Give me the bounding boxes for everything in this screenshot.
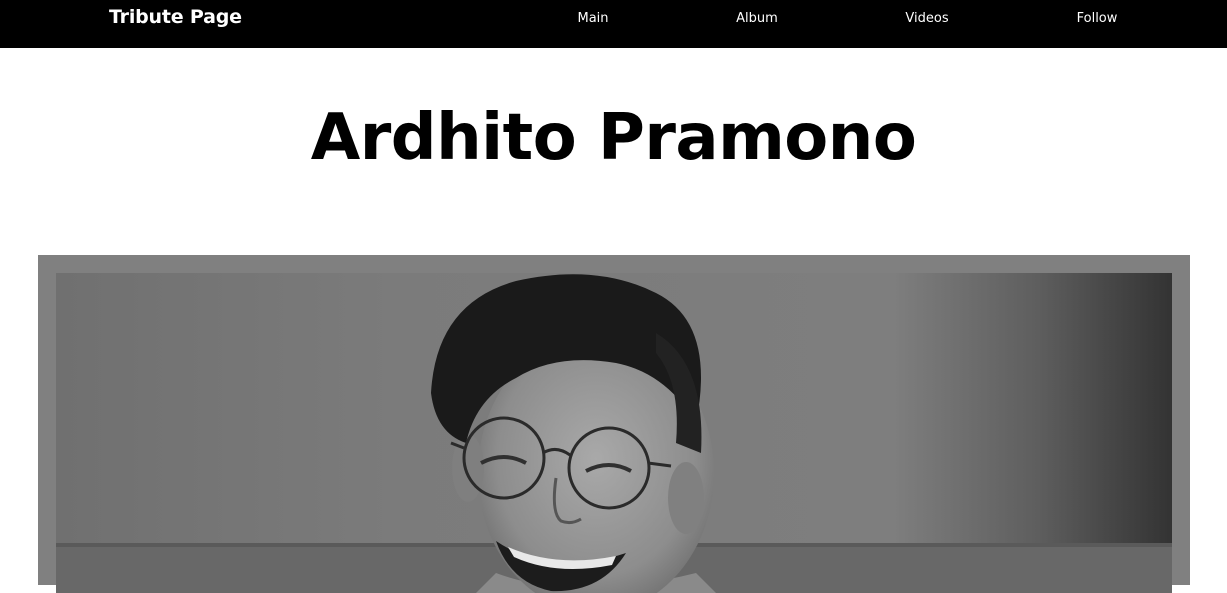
- nav-link-videos[interactable]: Videos: [905, 10, 948, 28]
- nav-link-main[interactable]: Main: [577, 10, 608, 28]
- portrait-photo: [56, 273, 1172, 593]
- page-title: Ardhito Pramono: [310, 101, 917, 175]
- nav-link-album[interactable]: Album: [736, 10, 778, 28]
- top-navbar: Tribute Page Main Album Videos Follow: [0, 0, 1227, 48]
- brand-link[interactable]: Tribute Page: [109, 4, 242, 30]
- photo-frame: [38, 255, 1190, 593]
- nav-link-follow[interactable]: Follow: [1077, 10, 1118, 28]
- portrait-illustration: [56, 273, 1172, 593]
